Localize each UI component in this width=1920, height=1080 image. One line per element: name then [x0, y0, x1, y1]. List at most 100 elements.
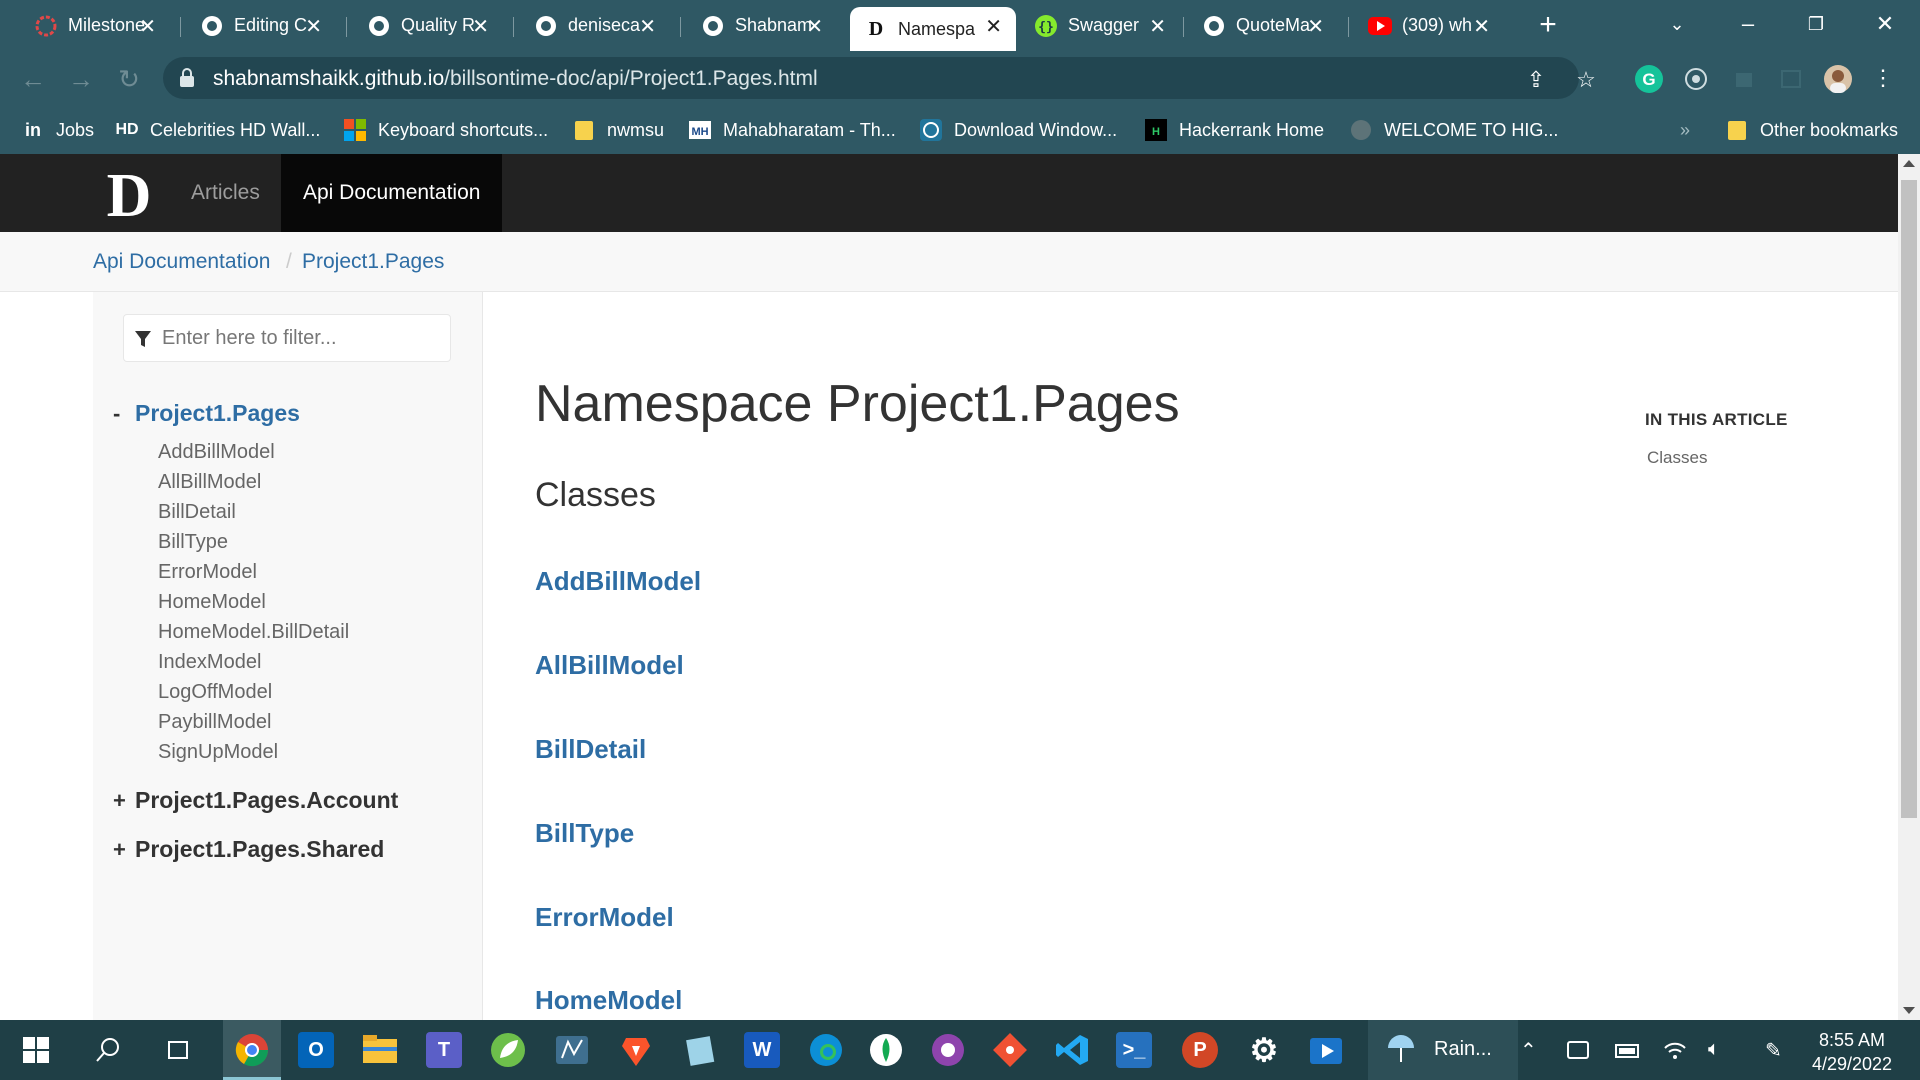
toc-class-item[interactable]: HomeModel	[158, 591, 266, 614]
reload-icon[interactable]: ↻	[114, 64, 144, 94]
browser-tab[interactable]: Milestone ✕	[20, 7, 170, 44]
back-icon[interactable]: ←	[18, 64, 48, 94]
mysql-workbench-icon[interactable]	[554, 1032, 590, 1068]
new-tab-icon[interactable]: +	[1530, 8, 1566, 44]
close-tab-icon[interactable]: ✕	[639, 14, 656, 39]
class-link[interactable]: ErrorModel	[535, 902, 674, 933]
scrollbar-thumb[interactable]	[1901, 180, 1917, 818]
filter-input[interactable]	[162, 323, 442, 353]
share-icon[interactable]: ⇪	[1523, 67, 1549, 93]
edge-icon[interactable]	[808, 1032, 844, 1068]
browser-tab-active[interactable]: D Namespa ✕	[850, 7, 1016, 51]
battery-icon[interactable]	[1614, 1038, 1642, 1068]
toc-class-item[interactable]: ErrorModel	[158, 561, 257, 584]
powerpoint-icon[interactable]: P	[1182, 1032, 1218, 1068]
bookmark-item[interactable]: in Jobs	[22, 116, 94, 144]
close-tab-icon[interactable]: ✕	[1149, 14, 1166, 39]
expand-toggle-icon[interactable]: +	[113, 837, 135, 863]
page-scrollbar[interactable]	[1898, 154, 1920, 1020]
toc-namespace-project1-pages-account[interactable]: + Project1.Pages.Account	[113, 787, 398, 814]
close-tab-icon[interactable]: ✕	[985, 14, 1002, 39]
expand-toggle-icon[interactable]: +	[113, 788, 135, 814]
bookmark-item[interactable]: nwmsu	[573, 116, 664, 144]
toc-class-item[interactable]: LogOffModel	[158, 681, 272, 704]
toc-class-item[interactable]: HomeModel.BillDetail	[158, 621, 349, 644]
toc-class-item[interactable]: SignUpModel	[158, 741, 278, 764]
class-link[interactable]: BillDetail	[535, 734, 646, 765]
mongodb-icon[interactable]	[868, 1032, 904, 1068]
minimize-icon[interactable]: –	[1726, 6, 1770, 42]
tab-search-icon[interactable]: ⌄	[1655, 6, 1699, 42]
close-tab-icon[interactable]: ✕	[1473, 14, 1490, 39]
bookmark-item[interactable]: HD Celebrities HD Wall...	[115, 116, 320, 144]
other-bookmarks[interactable]: Other bookmarks	[1726, 116, 1898, 144]
powershell-icon[interactable]: >_	[1116, 1032, 1152, 1068]
toc-class-item[interactable]: BillType	[158, 531, 228, 554]
chrome-icon[interactable]	[234, 1032, 270, 1068]
toc-class-item[interactable]: AllBillModel	[158, 471, 261, 494]
close-window-icon[interactable]: ✕	[1863, 6, 1907, 42]
teams-icon[interactable]: T	[426, 1032, 462, 1068]
media-player-icon[interactable]	[1308, 1032, 1344, 1068]
class-link[interactable]: BillType	[535, 818, 634, 849]
bookmark-item[interactable]: MH Mahabharatam - Th...	[689, 116, 896, 144]
notepad-icon[interactable]	[682, 1032, 718, 1068]
close-tab-icon[interactable]: ✕	[1307, 14, 1324, 39]
toc-class-item[interactable]: AddBillModel	[158, 441, 275, 464]
bookmark-star-icon[interactable]: ☆	[1573, 67, 1599, 93]
bookmark-item[interactable]: Keyboard shortcuts...	[344, 116, 548, 144]
bookmarks-overflow-icon[interactable]: »	[1680, 116, 1690, 144]
leaf-app-icon[interactable]	[490, 1032, 526, 1068]
browser-tab[interactable]: Shabnam ✕	[687, 7, 837, 44]
sidepanel-icon[interactable]	[1777, 65, 1805, 93]
task-view-icon[interactable]	[160, 1032, 196, 1068]
affix-link[interactable]: Classes	[1647, 448, 1707, 468]
browser-tab[interactable]: deniseca ✕	[520, 7, 670, 44]
bookmark-item[interactable]: Download Window...	[920, 116, 1117, 144]
scroll-up-icon[interactable]	[1903, 160, 1915, 167]
taskbar-clock[interactable]: 8:55 AM 4/29/2022	[1802, 1028, 1902, 1076]
close-tab-icon[interactable]: ✕	[139, 14, 156, 39]
pen-icon[interactable]: ✎	[1765, 1038, 1782, 1063]
profile-avatar[interactable]	[1824, 65, 1852, 93]
browser-tab[interactable]: QuoteMa ✕	[1188, 7, 1338, 44]
git-icon[interactable]	[992, 1032, 1028, 1068]
grammarly-icon[interactable]: G	[1635, 65, 1663, 93]
meet-now-icon[interactable]	[1566, 1038, 1592, 1068]
extension-icon[interactable]	[1682, 65, 1710, 93]
search-icon[interactable]	[90, 1032, 126, 1068]
close-tab-icon[interactable]: ✕	[806, 14, 823, 39]
puzzle-icon[interactable]	[1730, 65, 1758, 93]
class-link[interactable]: AddBillModel	[535, 566, 701, 597]
browser-tab[interactable]: {} Swagger ✕	[1020, 7, 1180, 44]
collapse-toggle-icon[interactable]: -	[113, 401, 135, 427]
forward-icon[interactable]: →	[66, 64, 96, 94]
bookmark-item[interactable]: WELCOME TO HIG...	[1350, 116, 1558, 144]
breadcrumb-item[interactable]: Project1.Pages	[302, 250, 444, 274]
browser-tab[interactable]: Editing C ✕	[186, 7, 336, 44]
nav-articles[interactable]: Articles	[169, 154, 282, 232]
toc-class-item[interactable]: BillDetail	[158, 501, 236, 524]
restore-icon[interactable]: ❐	[1794, 6, 1838, 42]
browser-tab[interactable]: (309) wh ✕	[1354, 7, 1504, 44]
breadcrumb-item[interactable]: Api Documentation	[93, 250, 270, 274]
class-link[interactable]: AllBillModel	[535, 650, 684, 681]
volume-icon[interactable]: 🔈︎	[1708, 1038, 1720, 1061]
nav-api-documentation[interactable]: Api Documentation	[281, 154, 503, 232]
weather-widget[interactable]: Rain...	[1368, 1020, 1518, 1080]
bookmark-item[interactable]: H Hackerrank Home	[1145, 116, 1324, 144]
browser-tab[interactable]: Quality R ✕	[353, 7, 503, 44]
github-desktop-icon[interactable]	[930, 1032, 966, 1068]
toc-namespace-project1-pages-shared[interactable]: + Project1.Pages.Shared	[113, 836, 384, 863]
file-explorer-icon[interactable]	[362, 1032, 398, 1068]
outlook-icon[interactable]: O	[298, 1032, 334, 1068]
word-icon[interactable]: W	[744, 1032, 780, 1068]
close-tab-icon[interactable]: ✕	[305, 14, 322, 39]
show-hidden-icons-icon[interactable]: ⌃	[1520, 1038, 1537, 1063]
docfx-logo[interactable]: D	[101, 164, 157, 224]
toc-class-item[interactable]: IndexModel	[158, 651, 261, 674]
menu-dots-icon[interactable]: ⋮	[1870, 65, 1896, 91]
scroll-down-icon[interactable]	[1903, 1007, 1915, 1014]
wifi-icon[interactable]	[1662, 1038, 1688, 1068]
windows-start-icon[interactable]	[18, 1032, 54, 1068]
